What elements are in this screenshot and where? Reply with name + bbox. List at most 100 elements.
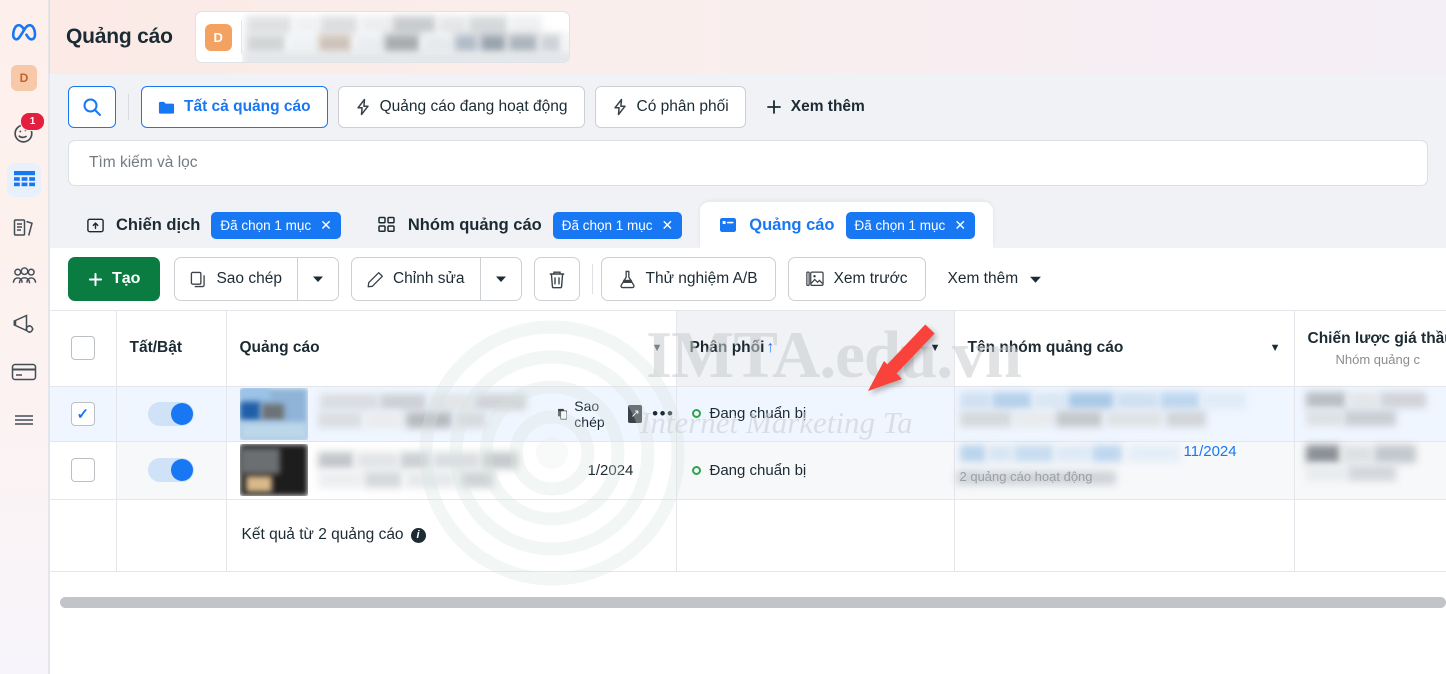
copy-icon [557, 408, 567, 420]
meta-logo-icon [10, 22, 39, 47]
rail-item-ads-manager[interactable] [7, 163, 41, 197]
close-icon[interactable]: ✕ [662, 218, 674, 232]
rail-item-audiences[interactable] [7, 259, 41, 293]
rail-account-avatar[interactable]: D [11, 65, 37, 91]
edit-button[interactable]: Chỉnh sửa [350, 257, 480, 301]
row-toggle-switch[interactable] [148, 401, 194, 426]
chevron-down-icon[interactable]: ▼ [1270, 342, 1281, 354]
magnifier-icon [83, 98, 101, 116]
credit-card-icon [11, 363, 37, 381]
tab-adset[interactable]: Nhóm quảng cáo Đã chọn 1 mục ✕ [359, 202, 700, 248]
summary-select [50, 499, 117, 572]
rail-item-more-menu[interactable] [7, 403, 41, 437]
close-icon[interactable]: ✕ [954, 218, 966, 232]
row-checkbox[interactable]: ✓ [70, 401, 95, 426]
level-tabs: Chiến dịch Đã chọn 1 mục ✕ Nhóm quảng cá… [50, 196, 1446, 248]
chevron-down-icon[interactable]: ▼ [930, 342, 941, 354]
rail-item-billing[interactable] [7, 355, 41, 389]
row2-select[interactable] [50, 441, 117, 500]
duplicate-caret-button[interactable] [296, 257, 339, 301]
caret-down-icon [495, 276, 506, 282]
folder-icon [158, 101, 175, 114]
hamburger-menu-icon [15, 415, 33, 425]
search-button[interactable] [68, 86, 116, 128]
header-bid-strategy[interactable]: Chiến lược giá thầu Nhóm quảng c [1294, 311, 1446, 387]
row1-toggle[interactable] [116, 386, 227, 442]
edit-split-button: Chỉnh sửa [350, 257, 522, 301]
table-toolbar: Tạo Sao chép Chỉnh sửa Thử nghiệm A/B Xe… [50, 248, 1446, 310]
filter-all-ads-label: Tất cả quảng cáo [184, 98, 311, 115]
ad-thumbnail [239, 387, 308, 440]
select-all-checkbox[interactable] [70, 336, 95, 361]
row1-adset-name[interactable] [954, 386, 1295, 442]
header-bid-strategy-sub: Nhóm quảng c [1335, 351, 1421, 367]
row1-select[interactable]: ✓ [50, 386, 117, 442]
ads-table-card: Tạo Sao chép Chỉnh sửa Thử nghiệm A/B Xe… [50, 248, 1446, 674]
ab-test-label: Thử nghiệm A/B [645, 270, 758, 287]
row-more-icon[interactable]: ••• [652, 404, 674, 424]
open-external-icon[interactable]: ↗ [628, 404, 643, 423]
create-button-label: Tạo [112, 270, 141, 287]
table-row[interactable]: 1/2024 Đang chuẩn bị 11/2024 2 quảng cáo… [50, 441, 1446, 500]
copy-icon [191, 271, 206, 287]
horizontal-scrollbar[interactable] [60, 597, 1446, 608]
flask-icon [619, 270, 635, 288]
tab-campaign[interactable]: Chiến dịch Đã chọn 1 mục ✕ [68, 202, 359, 248]
row-checkbox[interactable] [70, 458, 95, 482]
ads-grid: Tất/Bật Quảng cáo ▼ Phân phối ↑ ▼ Tên nh… [50, 311, 1446, 572]
header-toggle: Tất/Bật [116, 311, 227, 387]
summary-label: Kết quả từ 2 quảng cáo [241, 526, 404, 543]
edit-caret-button[interactable] [479, 257, 522, 301]
filter-more-button[interactable]: Xem thêm [756, 86, 875, 128]
duplicate-button[interactable]: Sao chép [174, 257, 297, 301]
tab-ad-chip[interactable]: Đã chọn 1 mục ✕ [845, 211, 976, 239]
preview-label: Xem trước [833, 270, 908, 287]
tab-adset-chip[interactable]: Đã chọn 1 mục ✕ [552, 211, 683, 239]
info-icon[interactable]: i [410, 527, 426, 543]
account-avatar: D [204, 23, 232, 51]
preview-button[interactable]: Xem trước [787, 257, 926, 301]
tab-ad-chip-label: Đã chọn 1 mục [854, 217, 946, 233]
header-select-all[interactable] [50, 311, 117, 387]
bolt-icon [356, 98, 369, 116]
row2-toggle[interactable] [116, 441, 227, 500]
tab-campaign-label: Chiến dịch [116, 215, 201, 234]
row1-bid-strategy [1294, 386, 1446, 442]
tab-ad[interactable]: Quảng cáo Đã chọn 1 mục ✕ [700, 202, 994, 248]
header-adset-name[interactable]: Tên nhóm quảng cáo ▼ [954, 311, 1295, 387]
account-selector[interactable]: D [194, 11, 570, 63]
delete-button[interactable] [533, 257, 580, 301]
ab-test-button[interactable]: Thử nghiệm A/B [600, 257, 776, 301]
filter-more-label: Xem thêm [790, 98, 865, 115]
row2-adset-date[interactable]: 11/2024 [1184, 443, 1237, 460]
edit-button-label: Chỉnh sửa [392, 270, 465, 287]
notification-badge: 1 [20, 112, 45, 131]
row2-adset-name[interactable]: 11/2024 2 quảng cáo hoạt động [954, 441, 1295, 500]
rail-item-notifications[interactable]: 1 [7, 112, 45, 149]
filter-all-ads[interactable]: Tất cả quảng cáo [141, 86, 328, 128]
scrollbar-thumb[interactable] [60, 597, 1446, 608]
header-toggle-label: Tất/Bật [129, 339, 183, 357]
filter-delivering[interactable]: Có phân phối [594, 86, 746, 128]
toolbar-more-label: Xem thêm [947, 270, 1019, 287]
tab-campaign-chip[interactable]: Đã chọn 1 mục ✕ [211, 211, 341, 239]
caret-down-icon [1030, 276, 1042, 283]
close-icon[interactable]: ✕ [320, 218, 332, 232]
row2-ad[interactable]: 1/2024 [226, 441, 677, 500]
create-button[interactable]: Tạo [68, 257, 161, 301]
table-row[interactable]: ✓ Sao chép ↗ ••• Đang chuẩn bị [50, 386, 1446, 442]
header-delivery[interactable]: Phân phối ↑ ▼ [676, 311, 955, 387]
documents-icon [13, 219, 33, 236]
row1-ad[interactable]: Sao chép ↗ ••• [226, 386, 677, 442]
rail-item-pages[interactable] [7, 211, 41, 245]
header-ad[interactable]: Quảng cáo ▼ [226, 311, 677, 387]
image-preview-icon [805, 271, 824, 286]
row-duplicate-action[interactable]: Sao chép [557, 398, 619, 430]
chevron-down-icon[interactable]: ▼ [652, 342, 663, 354]
toolbar-more-button[interactable]: Xem thêm [938, 257, 1053, 301]
search-and-filter-input[interactable]: Tìm kiếm và lọc [68, 140, 1428, 186]
row-toggle-switch[interactable] [148, 458, 194, 482]
rail-item-campaigns[interactable] [7, 307, 41, 341]
table-summary-row: Kết quả từ 2 quảng cáo i [50, 499, 1446, 572]
filter-active-ads[interactable]: Quảng cáo đang hoạt động [337, 86, 585, 128]
